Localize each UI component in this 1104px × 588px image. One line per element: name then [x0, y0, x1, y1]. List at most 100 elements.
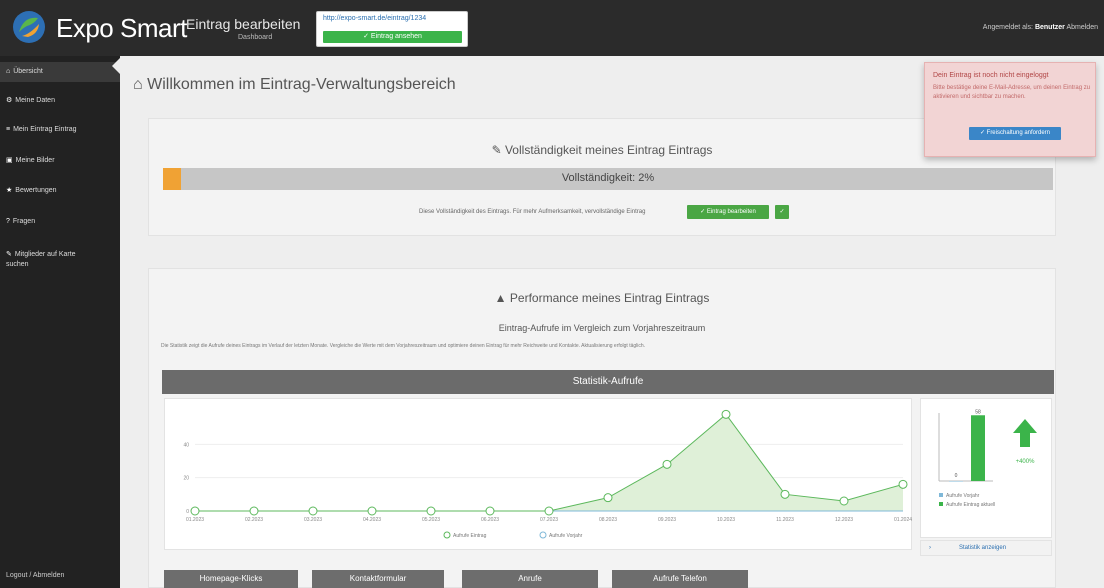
x-tick-label: 01.2024	[894, 517, 912, 523]
x-tick-label: 05.2023	[422, 517, 440, 523]
entry-url[interactable]: http://expo-smart.de/eintrag/1234	[323, 15, 426, 22]
chart-header: Statistik-Aufrufe	[162, 370, 1054, 394]
legend-label: Aufrufe Vorjahr	[946, 493, 980, 499]
alert-body: Bitte bestätige deine E-Mail-Adresse, um…	[933, 85, 1091, 100]
legend-label: Aufrufe Eintrag aktuell	[946, 502, 995, 508]
legend-marker	[939, 502, 943, 506]
growth-label: +400%	[1016, 459, 1036, 465]
pin-icon: ✎	[6, 251, 12, 258]
comparison-chart: 0 58 +400% Aufrufe Vorjahr Aufrufe Eintrag a…	[920, 398, 1052, 538]
home-icon: ⌂	[133, 76, 148, 93]
x-tick-label: 11.2023	[776, 517, 794, 523]
line-chart-svg: 0 20 40 01.2023 02.2023 03.2023 04.2023 05.2023…	[183, 409, 912, 539]
top-bar: Expo Smart Eintrag bearbeiten Dashboard …	[0, 0, 1104, 56]
phone-views-button[interactable]: Aufrufe Telefon	[612, 570, 748, 588]
sidebar-item-overview[interactable]: ⌂ Übersicht	[0, 62, 120, 82]
user-name[interactable]: Benutzer	[1035, 24, 1065, 31]
x-tick-label: 10.2023	[717, 517, 735, 523]
data-point	[544, 506, 554, 516]
data-point	[603, 493, 613, 503]
user-label: Angemeldet als:	[982, 24, 1033, 31]
progress-label: Vollständigkeit: 2%	[561, 172, 655, 184]
activation-alert: Dein Eintrag ist noch nicht eingeloggt B…	[924, 62, 1096, 157]
sidebar-item-images[interactable]: ▣ Meine Bilder	[0, 156, 120, 164]
sidebar	[0, 56, 120, 588]
x-tick-label: 12.2023	[835, 517, 853, 523]
list-icon: ≡	[6, 126, 11, 133]
user-menu: Angemeldet als: Benutzer Abmelden	[983, 24, 1098, 31]
y-tick-label: 0	[186, 509, 189, 515]
sidebar-item-label: Meine Daten	[15, 97, 55, 104]
check-button[interactable]: ✓	[775, 205, 789, 219]
completeness-note: Diese Vollständigkeit des Eintrags. Für …	[419, 209, 646, 215]
page-name: Eintrag bearbeiten	[186, 16, 301, 32]
data-point	[898, 479, 908, 489]
x-tick-label: 08.2023	[599, 517, 617, 523]
data-point	[839, 496, 849, 506]
sidebar-item-questions[interactable]: ? Fragen	[0, 218, 120, 225]
comparison-footer[interactable]: › Statistik anzeigen	[920, 540, 1052, 556]
bar-value-label: 58	[975, 409, 981, 415]
x-tick-label: 02.2023	[245, 517, 263, 523]
gear-icon: ⚙	[6, 97, 13, 104]
legend-marker	[443, 531, 451, 539]
logout-footer[interactable]: Logout / Abmelden	[6, 572, 64, 579]
images-icon: ▣	[6, 157, 13, 164]
data-point	[367, 506, 377, 516]
legend-marker	[539, 531, 547, 539]
entry-url-box: http://expo-smart.de/eintrag/1234 ✓ Eint…	[316, 11, 468, 47]
sidebar-item-label: Fragen	[12, 218, 36, 225]
line-chart: 0 20 40 01.2023 02.2023 03.2023 04.2023 05.2023…	[164, 398, 912, 550]
contact-form-button[interactable]: Kontaktformular	[312, 570, 444, 588]
completeness-title: ✎ Vollständigkeit meines Eintrag Eintrag…	[491, 143, 713, 157]
performance-title: ▲ Performance meines Eintrag Eintrags	[494, 291, 710, 305]
alert-heading: Dein Eintrag ist noch nicht eingeloggt	[933, 72, 1049, 79]
sidebar-item-label: Mitglieder auf Karte suchen	[6, 251, 76, 268]
x-tick-label: 06.2023	[481, 517, 499, 523]
y-tick-label: 20	[183, 476, 189, 482]
legend-marker	[939, 493, 943, 497]
sidebar-item-label: Bewertungen	[15, 187, 57, 194]
data-point	[426, 506, 436, 516]
data-point	[308, 506, 318, 516]
logout-link[interactable]: Abmelden	[1066, 24, 1098, 31]
request-activation-button[interactable]: ✓ Freischaltung anfordern	[969, 127, 1061, 140]
edit-icon: ✎	[491, 143, 505, 157]
sidebar-item-ratings[interactable]: ★ Bewertungen	[0, 186, 120, 194]
sidebar-item-label: Mein Eintrag Eintrag	[13, 126, 77, 133]
comparison-bar	[949, 481, 963, 482]
edit-entry-button[interactable]: ✓ Eintrag bearbeiten	[687, 205, 769, 219]
comparison-bar	[971, 415, 985, 481]
legend-label: Aufrufe Vorjahr	[549, 533, 583, 539]
sidebar-item-map-search[interactable]: ✎ Mitglieder auf Karte suchen	[0, 250, 96, 270]
data-point	[190, 506, 200, 516]
x-tick-label: 07.2023	[540, 517, 558, 523]
data-point	[249, 506, 259, 516]
home-icon: ⌂	[6, 68, 11, 75]
comparison-footer-label: Statistik anzeigen	[959, 545, 1007, 551]
data-point	[721, 409, 731, 419]
logo-icon	[13, 11, 45, 43]
sidebar-item-my-data[interactable]: ⚙ Meine Daten	[0, 96, 120, 104]
data-point	[780, 489, 790, 499]
data-point	[662, 459, 672, 469]
page-subtitle: Dashboard	[238, 34, 273, 41]
bar-value-label: 0	[955, 473, 958, 479]
homepage-clicks-button[interactable]: Homepage-Klicks	[164, 570, 298, 588]
comparison-chart-svg: 0 58 +400% Aufrufe Vorjahr Aufrufe Eintrag a…	[938, 409, 1037, 508]
series-area	[195, 414, 903, 511]
performance-subtitle: Eintrag-Aufrufe im Vergleich zum Vorjahr…	[498, 323, 706, 333]
performance-description: Die Statistik zeigt die Aufrufe deines E…	[161, 343, 646, 349]
page-title: ⌂ Willkommen im Eintrag-Verwaltungsberei…	[133, 76, 456, 93]
star-icon: ★	[6, 187, 13, 194]
active-indicator	[112, 58, 120, 74]
calls-button[interactable]: Anrufe	[462, 570, 598, 588]
chevron-right-icon: ›	[929, 545, 931, 551]
view-entry-button[interactable]: ✓ Eintrag ansehen	[323, 31, 462, 43]
y-tick-label: 40	[183, 442, 189, 448]
sidebar-item-my-entry[interactable]: ≡ Mein Eintrag Eintrag	[0, 126, 120, 133]
legend-label: Aufrufe Eintrag	[453, 533, 487, 539]
arrow-up-icon	[1013, 419, 1037, 447]
x-tick-label: 03.2023	[304, 517, 322, 523]
x-tick-label: 01.2023	[186, 517, 204, 523]
